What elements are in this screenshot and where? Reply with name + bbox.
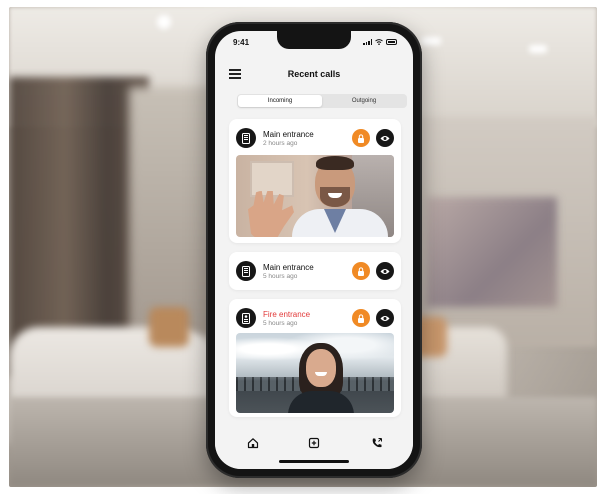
bottom-navigation <box>215 429 413 469</box>
call-card[interactable]: Main entrance 2 hours ago <box>229 119 401 243</box>
wifi-icon <box>375 39 383 45</box>
battery-icon <box>386 39 397 45</box>
visitor-snapshot[interactable] <box>236 155 394 237</box>
view-button[interactable] <box>376 262 394 280</box>
eye-icon <box>380 268 390 274</box>
tab-incoming[interactable]: Incoming <box>238 95 322 107</box>
signal-icon <box>363 39 372 45</box>
lock-icon <box>358 313 364 323</box>
call-card[interactable]: Main entrance 5 hours ago <box>229 252 401 290</box>
lock-icon <box>358 133 364 143</box>
unlock-button[interactable] <box>352 262 370 280</box>
call-location: Main entrance <box>263 130 314 139</box>
view-button[interactable] <box>376 129 394 147</box>
home-indicator <box>279 460 349 463</box>
app-header: Recent calls <box>215 65 413 87</box>
call-time: 2 hours ago <box>263 140 298 147</box>
eye-icon <box>380 135 390 141</box>
status-bar: 9:41 <box>215 31 413 53</box>
call-card[interactable]: Fire entrance 5 hours ago <box>229 299 401 417</box>
unlock-button[interactable] <box>352 309 370 327</box>
eye-icon <box>380 315 390 321</box>
smartphone: 9:41 Recent calls Incoming Outgoing Main… <box>206 22 422 478</box>
door-phone-icon <box>236 308 256 328</box>
lock-icon <box>358 266 364 276</box>
call-time: 5 hours ago <box>263 273 298 280</box>
unlock-button[interactable] <box>352 129 370 147</box>
call-location: Fire entrance <box>263 310 311 319</box>
visitor-snapshot[interactable] <box>236 333 394 413</box>
view-button[interactable] <box>376 309 394 327</box>
page-title: Recent calls <box>287 69 341 79</box>
tab-outgoing[interactable]: Outgoing <box>322 95 406 107</box>
door-phone-icon <box>236 261 256 281</box>
call-time: 5 hours ago <box>263 320 298 327</box>
home-icon[interactable] <box>245 435 261 451</box>
door-phone-icon <box>236 128 256 148</box>
calls-tab-switcher: Incoming Outgoing <box>237 94 407 108</box>
add-device-icon[interactable] <box>306 435 322 451</box>
status-time: 9:41 <box>233 38 250 47</box>
app-screen: 9:41 Recent calls Incoming Outgoing Main… <box>215 31 413 469</box>
phone-calls-icon[interactable] <box>369 435 385 451</box>
call-location: Main entrance <box>263 263 314 272</box>
